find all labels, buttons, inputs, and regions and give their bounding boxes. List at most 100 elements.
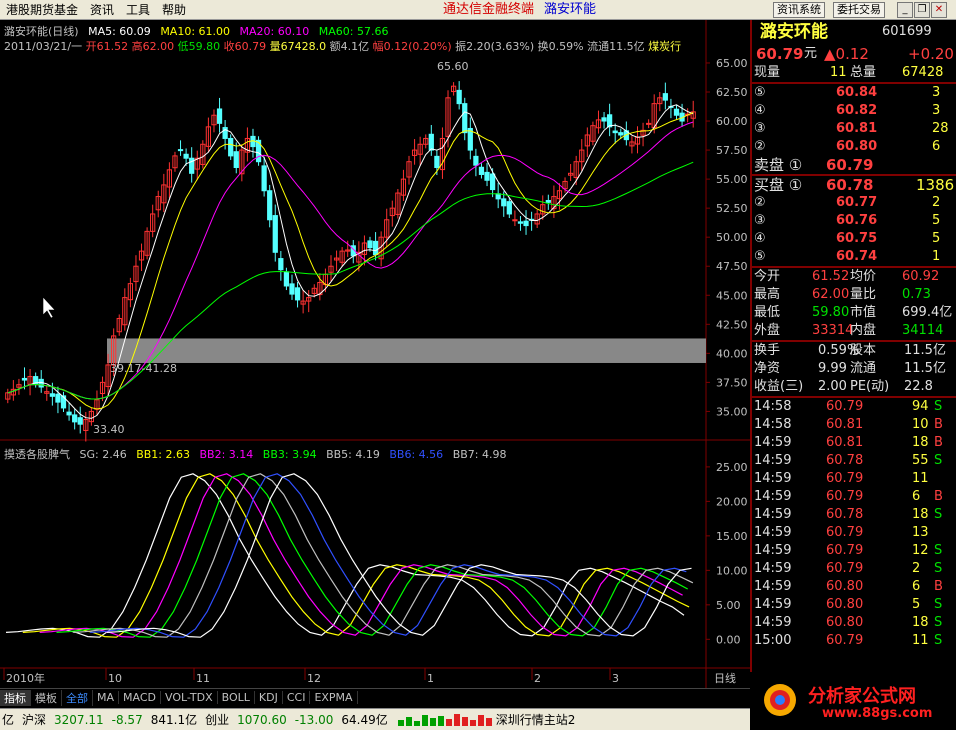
stat-row: 今开 61.52 均价 60.92 xyxy=(754,269,940,284)
menu-title[interactable]: 港股期货基金 xyxy=(0,0,84,20)
legend-ma10: MA10: 61.00 xyxy=(160,25,231,38)
market-bar xyxy=(437,715,444,726)
tab-boll[interactable]: BOLL xyxy=(218,691,255,704)
info-date: 2011/03/21/一 xyxy=(4,40,83,53)
legend-ma60: MA60: 57.66 xyxy=(318,25,389,38)
candle-body xyxy=(489,173,496,191)
stock-name: 潞安环能 xyxy=(760,22,828,42)
candle-body xyxy=(49,393,55,397)
sell-level[interactable]: ④ 60.82 3 xyxy=(752,102,956,120)
menu-news[interactable]: 资讯 xyxy=(84,0,120,20)
y-tick-sub-4: 5.00 xyxy=(716,599,741,612)
tab-ma[interactable]: MA xyxy=(93,691,120,704)
tab-all[interactable]: 全部 xyxy=(62,689,93,706)
tab-expma[interactable]: EXPMA xyxy=(310,691,358,704)
tick-row: 14:59 60.78 55 S xyxy=(754,453,943,468)
last-price: 60.79 xyxy=(756,45,804,63)
market-bar xyxy=(453,713,460,726)
candle-body xyxy=(177,149,184,152)
buy-level[interactable]: ④ 60.75 5 xyxy=(752,230,956,248)
sub-legend: 摸透各股脾气 SG: 2.46 BB1: 2.63 BB2: 3.14 BB3:… xyxy=(4,446,512,462)
server-label: 深圳行情主站2 xyxy=(495,713,576,727)
buy-book: 买盘 ① 60.78 1386 ② 60.77 2 ③ 60.76 5 ④ 60.75 5 ⑤ 60.74… xyxy=(752,176,956,266)
buy-level[interactable]: ② 60.77 2 xyxy=(752,194,956,212)
chart-area[interactable]: 65.00 62.50 60.00 57.50 55.00 52.50 50.00 47.50… xyxy=(0,20,750,688)
tick-row: 14:58 60.81 10 B xyxy=(754,417,943,432)
quote-panel: 潞安环能 601699 60.79 元 ▲0.12 +0.20 现量 11 总量… xyxy=(750,20,956,708)
tab-macd[interactable]: MACD xyxy=(119,691,161,704)
buy-level[interactable]: ③ 60.76 5 xyxy=(752,212,956,230)
market-bar xyxy=(469,719,476,726)
candle-body xyxy=(367,240,373,249)
candle-body xyxy=(66,411,72,416)
menu-tools[interactable]: 工具 xyxy=(120,0,156,20)
candle-body xyxy=(183,153,189,159)
total-volume: 67428 xyxy=(902,65,944,80)
candle-body xyxy=(512,219,518,222)
legend-ma20: MA20: 60.10 xyxy=(239,25,310,38)
y-tick-main-4: 55.00 xyxy=(716,173,748,186)
info-close: 收60.79 xyxy=(223,40,267,53)
stat-row: 收益(三) 2.00 PE(动) 22.8 xyxy=(754,379,933,394)
sell-level[interactable]: ② 60.80 6 xyxy=(752,138,956,156)
tick-list[interactable]: 14:58 60.79 94 S 14:58 60.81 10 B 14:59 60.81 18 B 1… xyxy=(752,398,956,650)
candle-body xyxy=(428,133,434,151)
time-label-4: 1 xyxy=(427,672,434,685)
time-label-6: 3 xyxy=(612,672,619,685)
y-tick-sub-5: 0.00 xyxy=(716,633,741,646)
tick-row: 14:59 60.80 5 S xyxy=(754,597,943,612)
sub-line-5 xyxy=(73,473,694,638)
candle-body xyxy=(216,108,223,124)
index-sh-value: 3207.11 xyxy=(54,712,104,727)
sub-line-7 xyxy=(106,473,692,638)
sell-book: ⑤ 60.84 3 ④ 60.82 3 ③ 60.81 28 ② 60.80 6 卖盘 ① 60.79 xyxy=(752,84,956,174)
info-low: 低59.80 xyxy=(177,40,221,53)
tab-template[interactable]: 模板 xyxy=(31,689,62,706)
market-bars-icon xyxy=(397,713,492,726)
stat-row: 净资 9.99 流通 11.5亿 xyxy=(754,361,946,376)
tick-row: 14:59 60.79 12 S xyxy=(754,543,943,558)
candle-body xyxy=(228,137,234,157)
menu-help[interactable]: 帮助 xyxy=(156,0,192,20)
time-label-1: 10 xyxy=(108,672,122,685)
period-label: 日线 xyxy=(714,671,736,685)
time-label-0: 2010年 xyxy=(6,671,45,685)
candle-body xyxy=(261,165,267,192)
current-volume: 11 xyxy=(830,65,847,80)
tick-row: 14:59 60.79 2 S xyxy=(754,561,943,576)
menu-bar: 港股期货基金 资讯 工具 帮助 通达信金融终端 潞安环能 资讯系统 委托交易 _ … xyxy=(0,0,956,20)
y-tick-main-2: 60.00 xyxy=(716,115,748,128)
info-industry: 煤炭行 xyxy=(648,40,682,53)
market-bar xyxy=(461,716,468,726)
legend-name: 潞安环能(日线) xyxy=(4,25,79,38)
price-change2: +0.20 xyxy=(908,45,954,63)
buy-level[interactable]: 买盘 ① 60.78 1386 xyxy=(752,176,956,194)
candle-body xyxy=(646,122,652,125)
stat-row: 换手 0.59% 股本 11.5亿 xyxy=(754,343,946,358)
tick-row: 14:59 60.81 18 B xyxy=(754,435,943,450)
news-system-button[interactable]: 资讯系统 xyxy=(773,2,825,18)
tab-cci[interactable]: CCI xyxy=(283,691,311,704)
stats-block-2: 换手 0.59% 股本 11.5亿 净资 9.99 流通 11.5亿 收益(三) 2.00 PE(动… xyxy=(752,342,956,396)
candle-body xyxy=(523,220,529,227)
tab-indicator[interactable]: 指标 xyxy=(0,689,31,706)
tick-row: 14:59 60.80 6 B xyxy=(754,579,943,594)
sub-bb5: BB5: 4.19 xyxy=(326,448,380,461)
trade-button[interactable]: 委托交易 xyxy=(833,2,885,18)
sell-level[interactable]: ③ 60.81 28 xyxy=(752,120,956,138)
info-open: 开61.52 xyxy=(85,40,129,53)
candle-body xyxy=(233,151,239,169)
candle-body xyxy=(517,221,524,224)
buy-level[interactable]: ⑤ 60.74 1 xyxy=(752,248,956,266)
tab-vol[interactable]: VOL-TDX xyxy=(161,691,218,704)
sell-level[interactable]: 卖盘 ① 60.79 xyxy=(752,156,956,174)
y-tick-sub-2: 15.00 xyxy=(716,530,748,543)
close-icon[interactable]: ✕ xyxy=(931,2,947,18)
tab-kdj[interactable]: KDJ xyxy=(255,691,283,704)
kline-chart[interactable]: 65.00 62.50 60.00 57.50 55.00 52.50 50.00 47.50… xyxy=(0,20,750,688)
info-amplitude: 振2.20(3.63%) xyxy=(455,40,535,53)
restore-icon[interactable]: ❐ xyxy=(914,2,930,18)
candle-body xyxy=(506,201,512,215)
minimize-icon[interactable]: _ xyxy=(897,2,913,18)
sell-level[interactable]: ⑤ 60.84 3 xyxy=(752,84,956,102)
